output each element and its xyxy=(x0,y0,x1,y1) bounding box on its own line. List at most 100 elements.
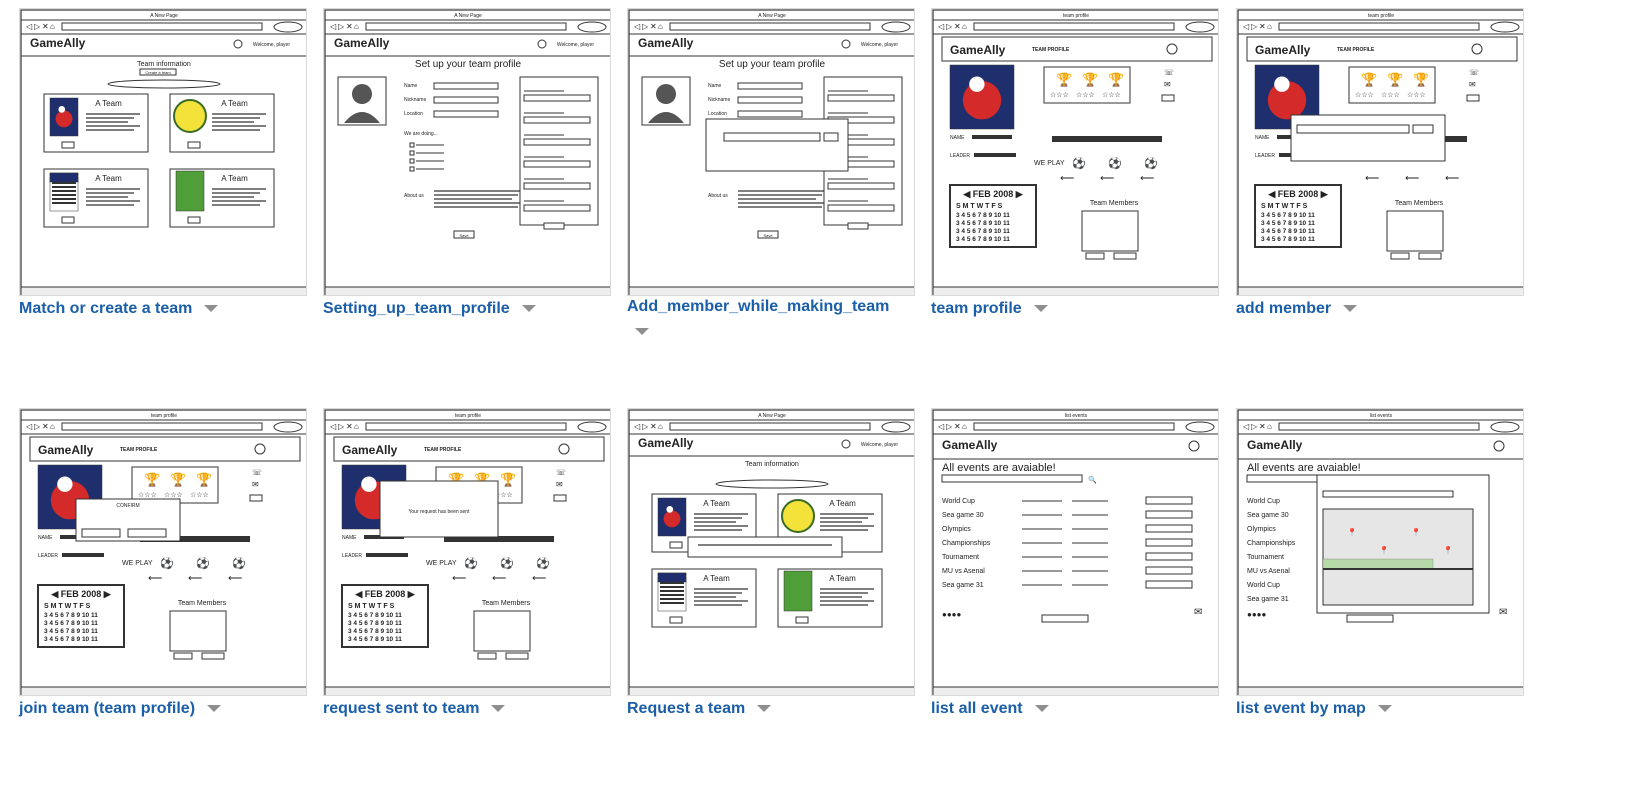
soccer-ball-icon: ⚽ xyxy=(1107,157,1122,170)
back-icon: ◁ xyxy=(330,422,337,431)
remove-button xyxy=(1418,252,1442,260)
calendar-week: 3 4 5 6 7 8 9 10 11 xyxy=(1261,228,1315,235)
add-button xyxy=(1085,252,1105,260)
home-icon: ⌂ xyxy=(354,422,359,431)
event-name: Championships xyxy=(942,540,991,547)
confirm-title: CONFIRM xyxy=(116,503,139,509)
mockup-thumbnail[interactable]: team profile◁▷✕⌂GameAllyTEAM PROFILE🏆☆☆☆… xyxy=(1236,8,1524,296)
join-button xyxy=(1161,94,1175,102)
arrow-left-icon: ⟵ xyxy=(1405,173,1419,184)
browser-title-text: list events xyxy=(1065,413,1088,419)
mockup-thumbnail[interactable]: A New Page ◁ ▷ ✕ ⌂ GameAlly Welcome, player Tea… xyxy=(19,8,307,296)
brand-logo: GameAlly xyxy=(334,36,390,50)
mockup-title-link[interactable]: add member xyxy=(1236,300,1331,317)
forward-icon: ▷ xyxy=(1251,22,1258,31)
map-view xyxy=(1322,508,1474,606)
rooster-head-icon xyxy=(666,506,674,513)
yes-button xyxy=(127,528,167,538)
arrow-left-icon: ⟵ xyxy=(188,573,202,584)
close-icon: ✕ xyxy=(346,422,353,431)
team-button xyxy=(669,616,683,624)
remove-button xyxy=(1113,252,1137,260)
calendar-header: ◀ FEB 2008 ▶ xyxy=(1267,189,1328,199)
calendar-week: 3 4 5 6 7 8 9 10 11 xyxy=(44,628,98,635)
mockup-title-link[interactable]: Match or create a team xyxy=(19,300,192,317)
forward-icon: ▷ xyxy=(338,22,345,31)
mockup-title-link[interactable]: Add_member_while_making_team xyxy=(627,298,889,315)
search-field xyxy=(273,421,303,433)
no-button xyxy=(81,528,121,538)
soccer-ball-icon: ⚽ xyxy=(195,557,210,570)
chevron-down-icon[interactable] xyxy=(1033,305,1048,313)
members-list xyxy=(1081,210,1139,252)
search-field xyxy=(1490,421,1520,433)
mockup-thumbnail[interactable]: team profile◁▷✕⌂GameAllyTEAM PROFILE🏆☆☆☆… xyxy=(931,8,1219,296)
mail-icon: ✉ xyxy=(252,480,259,489)
mockup-title-link[interactable]: request sent to team xyxy=(323,700,479,717)
add-button xyxy=(1390,252,1410,260)
add-button xyxy=(173,652,193,660)
calendar-header: ◀ FEB 2008 ▶ xyxy=(50,589,111,599)
mockup-thumbnail[interactable]: team profile◁▷✕⌂GameAllyTEAM PROFILE🏆☆☆☆… xyxy=(323,408,611,696)
mockup-thumbnail[interactable]: A New Page ◁ ▷ ✕ ⌂ GameAlly Welcome, player Set… xyxy=(323,8,611,296)
mockup-thumbnail[interactable]: A New Page ◁ ▷ ✕ ⌂ GameAlly Welcome, player Set… xyxy=(627,8,915,296)
close-icon: ✕ xyxy=(1259,22,1266,31)
contact-input xyxy=(523,116,591,124)
team-logo-image xyxy=(173,99,207,133)
soccer-ball-icon: ⚽ xyxy=(463,557,478,570)
star-icon: ☆☆☆ xyxy=(164,491,183,499)
mockup-thumbnail[interactable]: list events ◁ ▷ ✕ ⌂ GameAlly All events are av… xyxy=(931,408,1219,696)
mockup-title-link[interactable]: list event by map xyxy=(1236,700,1366,717)
mockup-title-link[interactable]: join team (team profile) xyxy=(19,700,195,717)
leader-label: LEADER xyxy=(342,553,362,559)
team-name: A Team xyxy=(221,174,248,183)
browser-title-text: team profile xyxy=(455,413,481,419)
team-members-label: Team Members xyxy=(1090,200,1139,207)
save-label: Save xyxy=(763,233,773,238)
we-play-label: WE PLAY xyxy=(1034,160,1065,167)
calendar-header: ◀ FEB 2008 ▶ xyxy=(962,189,1023,199)
mockup-title-link[interactable]: list all event xyxy=(931,700,1023,717)
chevron-down-icon[interactable] xyxy=(635,328,649,335)
profile-field-label: Name xyxy=(708,83,722,89)
chevron-down-icon[interactable] xyxy=(1343,305,1358,313)
trophy-icon: 🏆 xyxy=(1108,72,1124,87)
mockup-thumbnail[interactable]: list events ◁ ▷ ✕ ⌂ GameAlly All events are av… xyxy=(1236,408,1524,696)
map-pin-icon: 📍 xyxy=(1379,545,1389,555)
mockup-thumbnail[interactable]: team profile◁▷✕⌂GameAllyTEAM PROFILE🏆☆☆☆… xyxy=(19,408,307,696)
mockup-title-link[interactable]: Request a team xyxy=(627,700,745,717)
event-name: MU vs Asenal xyxy=(942,568,985,575)
profile-field-input xyxy=(433,96,499,104)
trophy-icon: 🏆 xyxy=(1082,72,1098,87)
calendar-week: 3 4 5 6 7 8 9 10 11 xyxy=(44,636,98,643)
star-icon: ☆☆☆ xyxy=(1381,91,1400,99)
contact-input xyxy=(827,204,895,212)
chevron-down-icon[interactable] xyxy=(491,705,506,713)
trophy-icon: 🏆 xyxy=(170,472,186,487)
chevron-down-icon[interactable] xyxy=(204,305,219,313)
calendar-weekdays: S M T W T F S xyxy=(956,203,1003,210)
chevron-down-icon[interactable] xyxy=(521,305,536,313)
search-field xyxy=(1185,421,1215,433)
mockup-title-link[interactable]: Setting_up_team_profile xyxy=(323,300,510,317)
chevron-down-icon[interactable] xyxy=(207,705,222,713)
remove-button xyxy=(505,652,529,660)
page-heading: Set up your team profile xyxy=(415,59,522,70)
close-icon: ✕ xyxy=(346,22,353,31)
chevron-down-icon[interactable] xyxy=(1034,705,1049,713)
calendar-week: 3 4 5 6 7 8 9 10 11 xyxy=(348,636,402,643)
chevron-down-icon[interactable] xyxy=(1377,705,1392,713)
join-event-button xyxy=(1145,538,1193,547)
page-heading: Team information xyxy=(137,61,191,68)
chevron-down-icon[interactable] xyxy=(757,705,772,713)
add-member-dialog xyxy=(705,118,849,172)
mockup-thumbnail[interactable]: A New Page ◁ ▷ ✕ ⌂ GameAlly Welcome, player Tea… xyxy=(627,408,915,696)
name-label: NAME xyxy=(1255,135,1270,141)
name-label: NAME xyxy=(38,535,53,541)
close-icon: ✕ xyxy=(650,22,657,31)
status-bar xyxy=(628,286,914,295)
brand-logo: GameAlly xyxy=(342,443,398,457)
mockup-title-link[interactable]: team profile xyxy=(931,300,1022,317)
calendar-week: 3 4 5 6 7 8 9 10 11 xyxy=(348,620,402,627)
add-member-dialog xyxy=(1290,114,1446,162)
